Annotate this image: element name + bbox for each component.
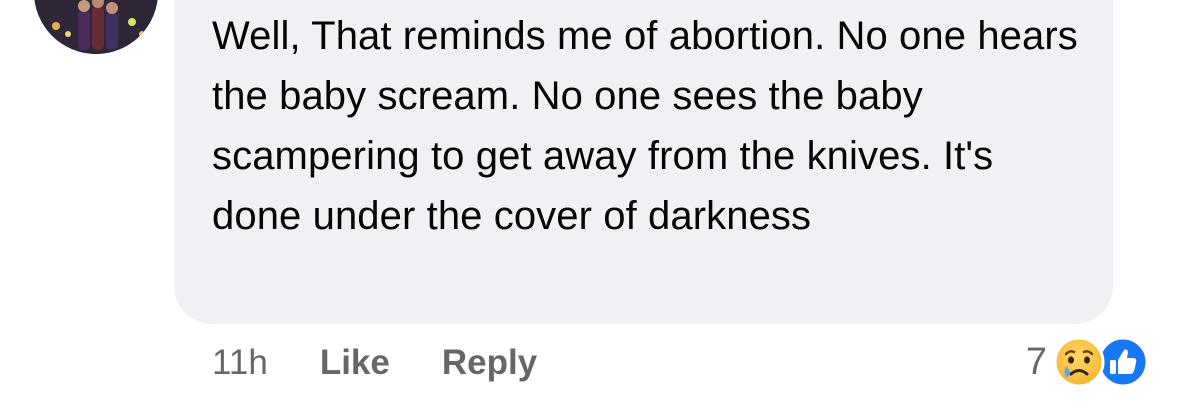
avatar[interactable]: [34, 0, 158, 54]
reaction-icons: [1053, 334, 1157, 390]
comment-text: Well, That reminds me of abortion. No on…: [212, 14, 1078, 238]
like-button[interactable]: Like: [320, 343, 390, 383]
comment-actions: 11h Like Reply: [212, 340, 589, 386]
reactions-summary[interactable]: 7: [1026, 334, 1157, 390]
comment-timestamp[interactable]: 11h: [212, 343, 268, 383]
sad-icon: [1053, 336, 1105, 388]
avatar-image: [34, 0, 158, 54]
reaction-count: 7: [1025, 340, 1047, 383]
comment-bubble: Well, That reminds me of abortion. No on…: [174, 0, 1113, 324]
reply-button[interactable]: Reply: [442, 343, 537, 383]
